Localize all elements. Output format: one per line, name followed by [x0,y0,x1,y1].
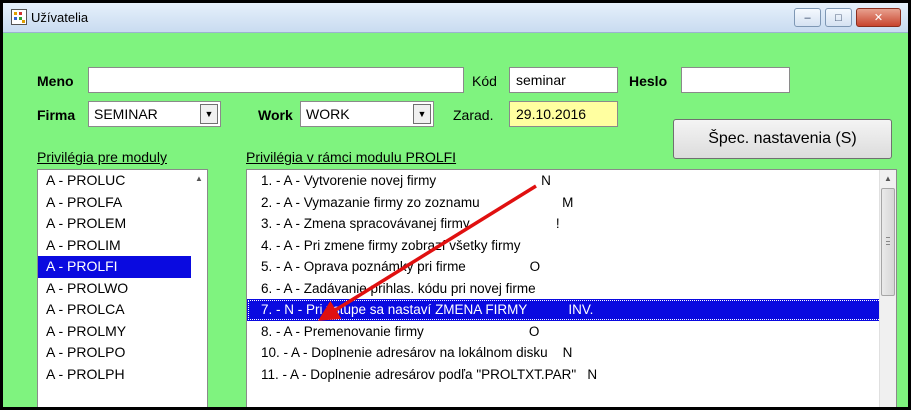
modules-scrollbar[interactable]: ▲ [191,170,207,407]
heslo-field[interactable] [681,67,790,93]
module-list-item[interactable]: A - PROLPO [38,342,207,364]
close-icon: ✕ [873,12,884,24]
minimize-button[interactable]: – [794,8,821,27]
work-label: Work [258,107,293,123]
chevron-down-icon[interactable]: ▼ [413,104,431,124]
scroll-up-icon[interactable]: ▲ [880,170,896,187]
firma-select[interactable]: SEMINAR ▼ [88,101,221,127]
privilege-list-item[interactable]: 1. - A - Vytvorenie novej firmy N [247,170,896,192]
window-title: Užívatelia [31,10,89,25]
zarad-date-field[interactable]: 29.10.2016 [509,101,618,127]
privilege-list-item[interactable]: 8. - A - Premenovanie firmy O [247,321,896,343]
privilege-list-item[interactable]: 5. - A - Oprava poznámky pri firme O [247,256,896,278]
work-select-value: WORK [306,106,350,122]
meno-label: Meno [37,73,74,89]
maximize-icon: □ [835,11,842,24]
privilege-list-item[interactable]: 11. - A - Doplnenie adresárov podľa "PRO… [247,364,896,386]
module-list-item[interactable]: A - PROLMY [38,321,207,343]
minimize-icon: – [804,11,811,24]
chevron-down-icon[interactable]: ▼ [200,104,218,124]
firma-label: Firma [37,107,76,123]
modules-header: Privilégia pre moduly [37,149,167,165]
privilege-list-item[interactable]: 3. - A - Zmena spracovávanej firmy ! [247,213,896,235]
special-settings-label: Špec. nastavenia (S) [708,130,857,147]
privilege-list-item[interactable]: 2. - A - Vymazanie firmy zo zoznamu M [247,192,896,214]
module-list-item[interactable]: A - PROLWO [38,278,207,300]
module-list-item[interactable]: A - PROLPH [38,364,207,386]
title-bar[interactable]: Užívatelia – □ ✕ [3,3,908,33]
privilege-list-item[interactable]: 6. - A - Zadávanie prihlas. kódu pri nov… [247,278,896,300]
module-list-item[interactable]: A - PROLEM [38,213,207,235]
privileges-header: Privilégia v rámci modulu PROLFI [246,149,457,165]
module-list-item[interactable]: A - PROLCA [38,299,207,321]
modules-list[interactable]: A - PROLUC A - PROLFA A - PROLEM A - PROLIM… [37,169,208,407]
kod-field[interactable]: seminar [509,67,618,93]
maximize-button[interactable]: □ [825,8,852,27]
special-settings-button[interactable]: Špec. nastavenia (S) [673,119,892,159]
firma-select-value: SEMINAR [94,106,158,122]
heslo-label: Heslo [629,73,668,89]
module-list-item[interactable]: A - PROLFA [38,192,207,214]
app-icon [11,9,27,25]
meno-field[interactable] [88,67,464,93]
privileges-list[interactable]: 1. - A - Vytvorenie novej firmy N 2. - A … [246,169,897,407]
scroll-up-icon[interactable]: ▲ [191,170,207,187]
scroll-thumb[interactable] [881,188,895,296]
zarad-label: Zarad. [453,107,494,123]
privileges-scrollbar[interactable]: ▲ [879,170,896,407]
privilege-list-item[interactable]: 10. - A - Doplnenie adresárov na lokálno… [247,342,896,364]
privilege-list-item[interactable]: 7. - N - Pri vstupe sa nastaví ZMENA FIR… [247,299,896,321]
grip-icon [886,237,890,245]
close-button[interactable]: ✕ [856,8,901,27]
module-list-item[interactable]: A - PROLIM [38,235,207,257]
kod-label: Kód [472,73,497,89]
module-list-item[interactable]: A - PROLFI [38,256,207,278]
module-list-item[interactable]: A - PROLUC [38,170,207,192]
work-select[interactable]: WORK ▼ [300,101,434,127]
privilege-list-item[interactable]: 4. - A - Pri zmene firmy zobrazí všetky … [247,235,896,257]
users-window: Užívatelia – □ ✕ Meno Kód seminar Heslo … [0,0,911,410]
